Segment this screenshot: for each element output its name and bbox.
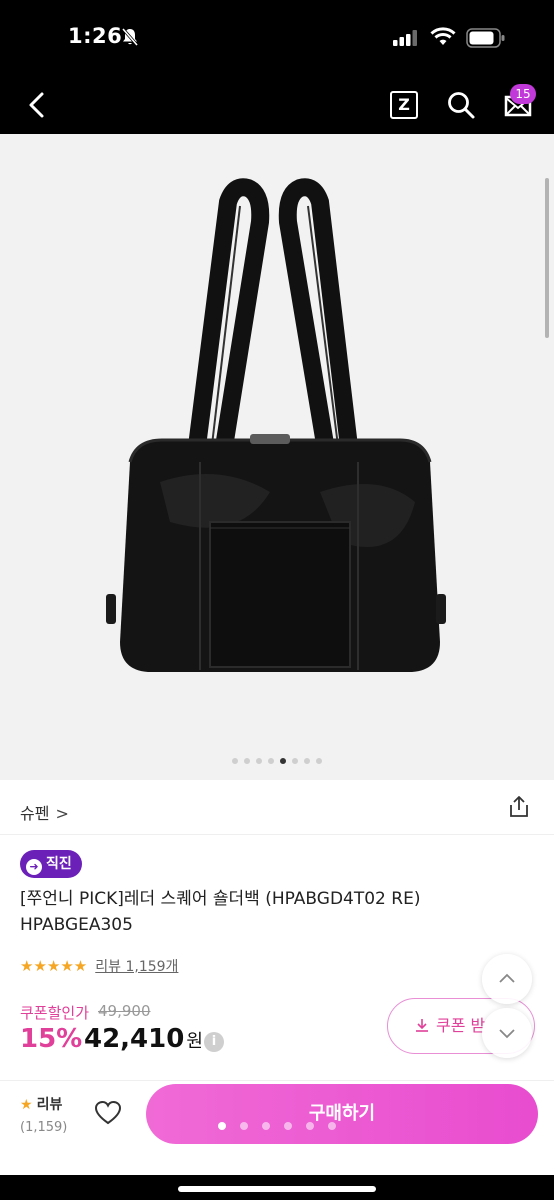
chevron-up-icon bbox=[499, 973, 515, 983]
chevron-right-icon: > bbox=[55, 804, 69, 823]
gallery-dot[interactable] bbox=[304, 758, 310, 764]
download-icon bbox=[416, 1019, 428, 1032]
discount-percent: 15% bbox=[20, 1024, 83, 1054]
review-count-link[interactable]: 리뷰 1,159개 bbox=[95, 959, 178, 975]
page-dot bbox=[306, 1122, 314, 1130]
star-icon: ★ bbox=[20, 1097, 33, 1113]
back-arrow-icon[interactable] bbox=[22, 88, 52, 122]
scroll-up-button[interactable] bbox=[482, 954, 532, 1004]
share-icon[interactable] bbox=[506, 794, 532, 820]
brand-link[interactable]: 슈펜 > bbox=[20, 800, 69, 824]
product-info-sheet: 슈펜 > ➜ 직진 [쭈언니 PICK]레더 스퀘어 숄더백 (HPABGD4T02… bbox=[0, 780, 554, 1175]
z-app-icon[interactable]: Z bbox=[390, 91, 418, 119]
product-image-bag bbox=[106, 178, 446, 672]
product-image-gallery[interactable] bbox=[0, 134, 554, 780]
gallery-dot[interactable] bbox=[232, 758, 238, 764]
price-value: 42,410 bbox=[84, 1024, 185, 1054]
coupon-button-label: 쿠폰 받 bbox=[436, 1016, 486, 1035]
sale-price: 42,410 원 bbox=[84, 1024, 203, 1054]
vertical-scroll-indicator bbox=[545, 178, 549, 338]
status-time: 1:26 bbox=[68, 24, 123, 48]
page-dot bbox=[240, 1122, 248, 1130]
review-label: 리뷰 bbox=[36, 1097, 63, 1113]
rating-row[interactable]: ★★★★★ 리뷰 1,159개 bbox=[20, 956, 178, 976]
star-rating: ★★★★★ bbox=[20, 957, 88, 975]
coupon-price-label: 쿠폰할인가 bbox=[20, 1004, 90, 1022]
original-price: 49,900 bbox=[98, 1002, 151, 1020]
currency-label: 원 bbox=[186, 1031, 203, 1052]
brand-name: 슈펜 bbox=[20, 804, 50, 823]
home-indicator bbox=[178, 1186, 376, 1192]
page-dot bbox=[218, 1122, 226, 1130]
notification-badge: 15 bbox=[510, 84, 536, 104]
direct-badge-label: 직진 bbox=[46, 856, 72, 872]
gallery-dot[interactable] bbox=[316, 758, 322, 764]
bottom-page-dots bbox=[0, 1122, 554, 1132]
gallery-dot[interactable] bbox=[256, 758, 262, 764]
gallery-page-dots bbox=[0, 758, 554, 768]
bell-muted-icon bbox=[121, 28, 139, 46]
gallery-dot[interactable] bbox=[244, 758, 250, 764]
page-dot bbox=[262, 1122, 270, 1130]
divider bbox=[0, 1080, 554, 1081]
direct-badge: ➜ 직진 bbox=[20, 850, 82, 878]
page-dot bbox=[328, 1122, 336, 1130]
wifi-icon bbox=[430, 27, 456, 45]
gallery-dot[interactable] bbox=[292, 758, 298, 764]
status-bar: 1:26 bbox=[0, 0, 554, 76]
battery-icon bbox=[466, 28, 505, 48]
direct-arrow-icon: ➜ bbox=[26, 859, 42, 875]
gallery-dot[interactable] bbox=[280, 758, 286, 764]
product-title: [쭈언니 PICK]레더 스퀘어 숄더백 (HPABGD4T02 RE) HPA… bbox=[20, 889, 421, 935]
review-summary[interactable]: ★ 리뷰 bbox=[20, 1094, 62, 1114]
search-icon[interactable] bbox=[446, 90, 476, 120]
page-dot bbox=[284, 1122, 292, 1130]
info-icon[interactable]: i bbox=[204, 1032, 224, 1052]
divider bbox=[0, 834, 554, 835]
scroll-down-button[interactable] bbox=[482, 1008, 532, 1058]
buy-button[interactable]: 구매하기 bbox=[146, 1084, 538, 1144]
cellular-signal-icon bbox=[393, 30, 417, 46]
gallery-dot[interactable] bbox=[268, 758, 274, 764]
chevron-down-icon bbox=[499, 1029, 515, 1039]
top-nav-bar: Z bbox=[0, 76, 554, 134]
